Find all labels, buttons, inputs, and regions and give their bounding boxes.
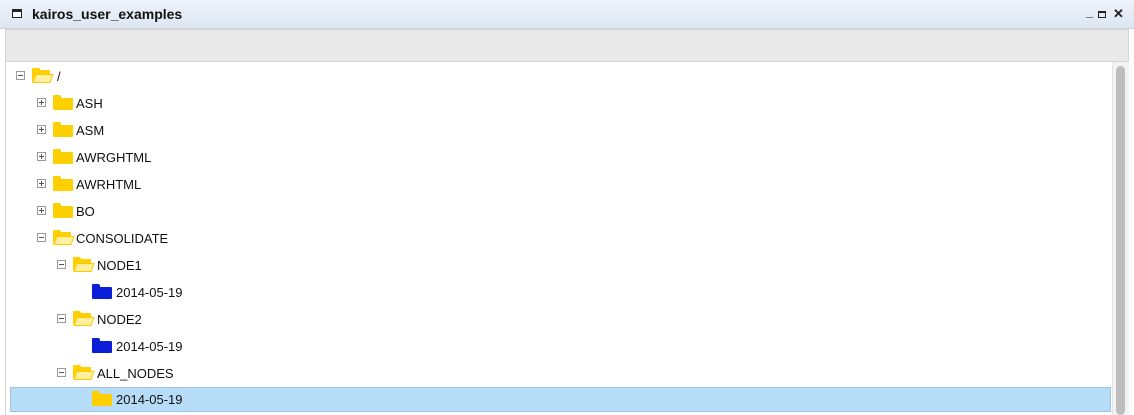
tree-node-asm[interactable]: ASM <box>10 118 1111 143</box>
open-folder-icon <box>53 230 75 245</box>
tree-node-label: NODE1 <box>97 258 142 273</box>
tree-node-node1-date[interactable]: 2014-05-19 <box>10 280 1111 305</box>
tree-node-label: CONSOLIDATE <box>76 231 169 246</box>
expand-toggle-icon[interactable] <box>37 152 46 161</box>
tree-node-label: ASM <box>76 123 105 138</box>
maximize-icon <box>1098 11 1106 18</box>
folder-icon <box>92 338 112 353</box>
expand-toggle-icon[interactable] <box>37 179 46 188</box>
window-border <box>1129 29 1134 415</box>
collapse-toggle-icon[interactable] <box>57 368 66 377</box>
tree-node-node2[interactable]: NODE2 <box>10 307 1111 332</box>
scrollbar-thumb[interactable] <box>1116 66 1125 415</box>
tree-node-root[interactable]: / <box>10 64 1111 89</box>
tree-node-label: 2014-05-19 <box>116 392 183 407</box>
maximize-button[interactable] <box>1098 6 1106 22</box>
folder-icon <box>53 203 73 218</box>
collapse-toggle-icon[interactable] <box>16 71 25 80</box>
expand-toggle-icon[interactable] <box>37 206 46 215</box>
open-folder-icon <box>73 311 95 326</box>
tree-node-label: / <box>57 69 61 84</box>
tree-node-label: 2014-05-19 <box>116 285 183 300</box>
tree-node-awrhtml[interactable]: AWRHTML <box>10 172 1111 197</box>
tree-node-label: ASH <box>76 96 103 111</box>
tree-node-awrghtml[interactable]: AWRGHTML <box>10 145 1111 170</box>
tree-node-label: AWRGHTML <box>76 150 152 165</box>
folder-icon <box>92 391 112 406</box>
vertical-scrollbar[interactable] <box>1112 62 1129 415</box>
tree-node-label: 2014-05-19 <box>116 339 183 354</box>
toolbar <box>5 29 1129 62</box>
explorer-window: kairos_user_examples _ ✕ / ASH ASM AWRGH… <box>0 0 1134 415</box>
open-folder-icon <box>73 257 95 272</box>
collapse-toggle-icon[interactable] <box>57 260 66 269</box>
tree-node-bo[interactable]: BO <box>10 199 1111 224</box>
tree-node-node1[interactable]: NODE1 <box>10 253 1111 278</box>
open-folder-icon <box>32 68 54 83</box>
window-icon <box>12 9 22 18</box>
tree-node-all-nodes[interactable]: ALL_NODES <box>10 361 1111 386</box>
tree-node-label: ALL_NODES <box>97 366 174 381</box>
tree-node-label: NODE2 <box>97 312 142 327</box>
folder-icon <box>53 176 73 191</box>
open-folder-icon <box>73 365 95 380</box>
tree-node-all-nodes-date[interactable]: 2014-05-19 <box>10 387 1111 412</box>
tree-node-ash[interactable]: ASH <box>10 91 1111 116</box>
minimize-button[interactable]: _ <box>1086 4 1093 20</box>
tree-node-node2-date[interactable]: 2014-05-19 <box>10 334 1111 359</box>
folder-icon <box>92 284 112 299</box>
folder-icon <box>53 95 73 110</box>
tree-node-consolidate[interactable]: CONSOLIDATE <box>10 226 1111 251</box>
folder-tree: / ASH ASM AWRGHTML AWRHTML BO CONSOLIDAT… <box>5 62 1112 415</box>
tree-node-label: BO <box>76 204 95 219</box>
folder-icon <box>53 122 73 137</box>
tree-node-label: AWRHTML <box>76 177 142 192</box>
collapse-toggle-icon[interactable] <box>37 233 46 242</box>
close-button[interactable]: ✕ <box>1113 6 1124 22</box>
folder-icon <box>53 149 73 164</box>
expand-toggle-icon[interactable] <box>37 125 46 134</box>
collapse-toggle-icon[interactable] <box>57 314 66 323</box>
window-title: kairos_user_examples <box>32 6 183 22</box>
title-bar: kairos_user_examples _ ✕ <box>0 0 1134 29</box>
expand-toggle-icon[interactable] <box>37 98 46 107</box>
